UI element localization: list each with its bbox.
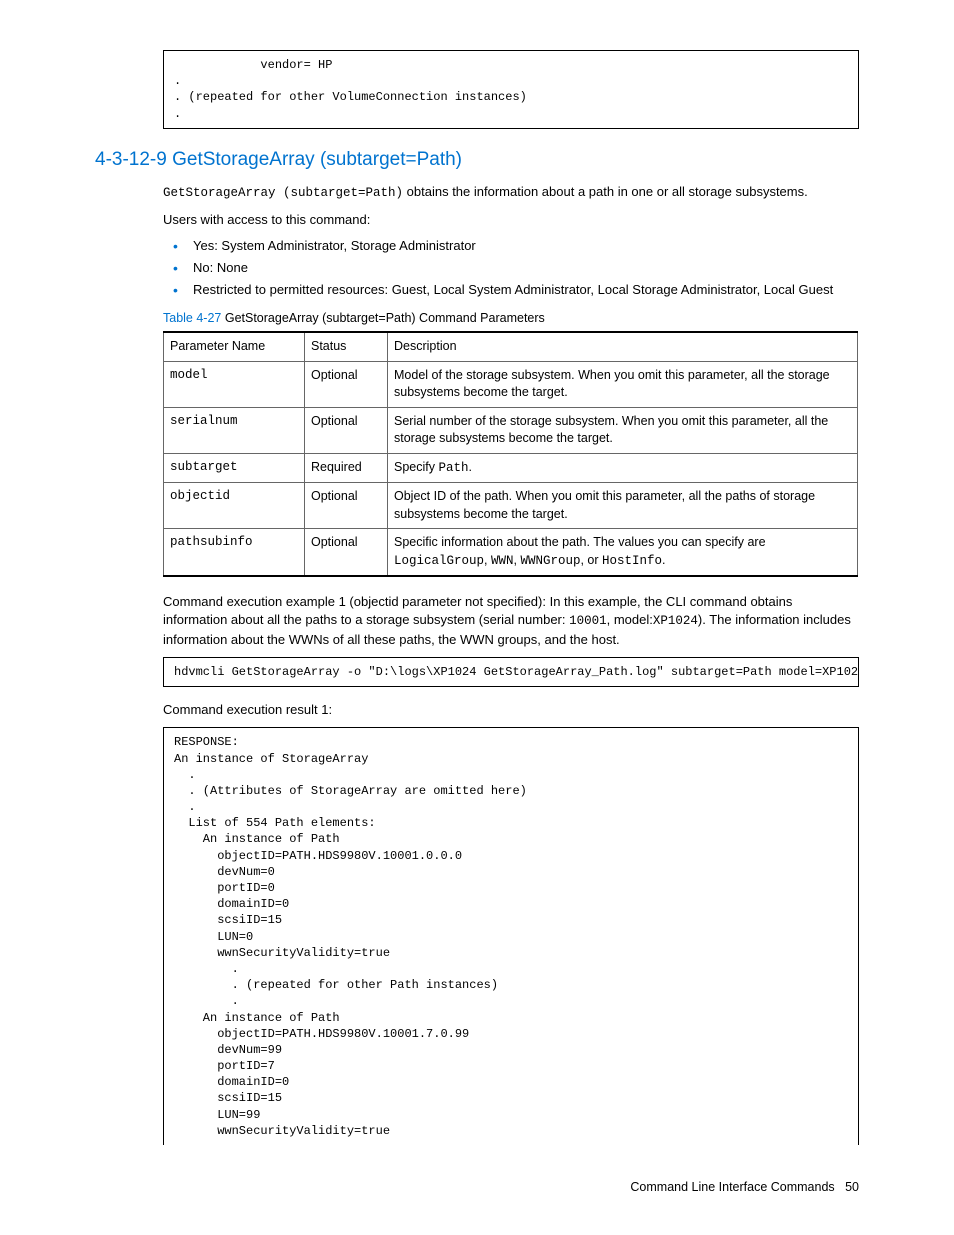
footer-page: 50 [845,1180,859,1194]
param-desc: Object ID of the path. When you omit thi… [388,483,858,529]
param-status: Optional [305,361,388,407]
desc-code: WWN [491,554,514,568]
desc-text: . [468,460,471,474]
param-name: objectid [164,483,305,529]
param-status: Optional [305,407,388,453]
param-status: Required [305,453,388,483]
param-name: subtarget [164,453,305,483]
param-name: pathsubinfo [164,529,305,577]
table-row: objectid Optional Object ID of the path.… [164,483,858,529]
access-no: No: None [163,259,859,277]
param-desc: Serial number of the storage subsystem. … [388,407,858,453]
col-description: Description [388,332,858,361]
param-desc: Model of the storage subsystem. When you… [388,361,858,407]
table-row: model Optional Model of the storage subs… [164,361,858,407]
example1-text: Command execution example 1 (objectid pa… [163,593,859,649]
desc-text: , or [580,553,602,567]
result1-code: RESPONSE: An instance of StorageArray . … [163,727,859,1145]
table-header-row: Parameter Name Status Description [164,332,858,361]
result1-label: Command execution result 1: [163,701,859,719]
access-list: Yes: System Administrator, Storage Admin… [163,237,859,300]
table-caption-label: Table 4-27 [163,311,221,325]
intro-code: GetStorageArray (subtarget=Path) [163,186,403,200]
ex1-serial: 10001 [569,614,607,628]
table-caption-text: GetStorageArray (subtarget=Path) Command… [221,311,544,325]
access-label: Users with access to this command: [163,211,859,229]
col-status: Status [305,332,388,361]
ex1-mid: , model: [607,612,653,627]
param-status: Optional [305,483,388,529]
param-name: serialnum [164,407,305,453]
code-block-top: vendor= HP . . (repeated for other Volum… [163,50,859,129]
section-heading: 4-3-12-9 GetStorageArray (subtarget=Path… [95,147,859,174]
parameters-table: Parameter Name Status Description model … [163,331,858,577]
param-desc: Specify Path. [388,453,858,483]
desc-text: . [662,553,665,567]
access-restricted: Restricted to permitted resources: Guest… [163,281,859,299]
param-name: model [164,361,305,407]
page-footer: Command Line Interface Commands 50 [95,1179,859,1197]
intro-text: obtains the information about a path in … [403,184,808,199]
desc-code: WWNGroup [520,554,580,568]
desc-code: Path [438,461,468,475]
desc-text: Specific information about the path. The… [394,535,766,549]
footer-label: Command Line Interface Commands [630,1180,834,1194]
param-desc: Specific information about the path. The… [388,529,858,577]
col-parameter-name: Parameter Name [164,332,305,361]
table-caption: Table 4-27 GetStorageArray (subtarget=Pa… [163,310,859,328]
table-row: serialnum Optional Serial number of the … [164,407,858,453]
desc-text: Specify [394,460,438,474]
desc-text: , [484,553,491,567]
table-row: subtarget Required Specify Path. [164,453,858,483]
desc-code: LogicalGroup [394,554,484,568]
desc-code: HostInfo [602,554,662,568]
access-yes: Yes: System Administrator, Storage Admin… [163,237,859,255]
ex1-model: XP1024 [653,614,698,628]
table-row: pathsubinfo Optional Specific informatio… [164,529,858,577]
param-status: Optional [305,529,388,577]
intro-paragraph: GetStorageArray (subtarget=Path) obtains… [163,183,859,203]
example1-code: hdvmcli GetStorageArray -o "D:\logs\XP10… [163,657,859,687]
